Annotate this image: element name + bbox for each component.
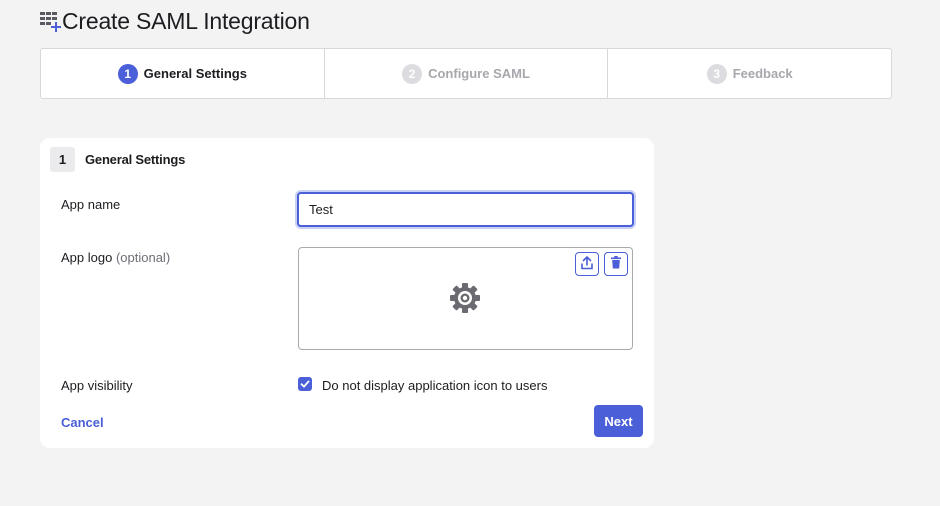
app-logo-dropzone[interactable] <box>298 247 633 350</box>
step-general-settings[interactable]: 1 General Settings <box>41 49 325 98</box>
cancel-link[interactable]: Cancel <box>61 415 104 430</box>
step-label: General Settings <box>143 66 247 81</box>
page-header: Create SAML Integration <box>40 6 310 36</box>
app-grid-plus-icon <box>40 10 62 32</box>
app-logo-label-text: App logo <box>61 250 113 265</box>
step-number: 1 <box>117 63 138 84</box>
app-visibility-label: App visibility <box>61 378 133 393</box>
step-label: Feedback <box>732 66 793 81</box>
checkmark-icon <box>300 380 310 388</box>
general-settings-card: 1 General Settings App name App logo (op… <box>40 138 654 448</box>
step-label: Configure SAML <box>428 66 530 81</box>
page-title: Create SAML Integration <box>62 7 310 34</box>
step-feedback[interactable]: 3 Feedback <box>608 49 891 98</box>
next-button[interactable]: Next <box>594 405 643 437</box>
step-number: 2 <box>402 63 423 84</box>
app-logo-label: App logo (optional) <box>61 250 170 265</box>
delete-logo-button[interactable] <box>604 252 628 276</box>
wizard-stepper: 1 General Settings 2 Configure SAML 3 Fe… <box>40 48 892 99</box>
gear-icon <box>449 282 481 319</box>
section-header: 1 General Settings <box>50 147 185 172</box>
optional-hint: (optional) <box>115 250 171 265</box>
upload-logo-button[interactable] <box>575 252 599 276</box>
hide-app-icon-label[interactable]: Do not display application icon to users <box>322 378 547 393</box>
step-number: 3 <box>706 63 727 84</box>
section-title: General Settings <box>85 152 186 167</box>
hide-app-icon-checkbox[interactable] <box>298 377 312 391</box>
trash-icon <box>610 256 622 272</box>
app-name-input[interactable] <box>297 192 634 227</box>
upload-icon <box>580 255 594 273</box>
section-number: 1 <box>50 147 75 172</box>
step-configure-saml[interactable]: 2 Configure SAML <box>325 49 609 98</box>
app-name-label: App name <box>61 197 121 212</box>
